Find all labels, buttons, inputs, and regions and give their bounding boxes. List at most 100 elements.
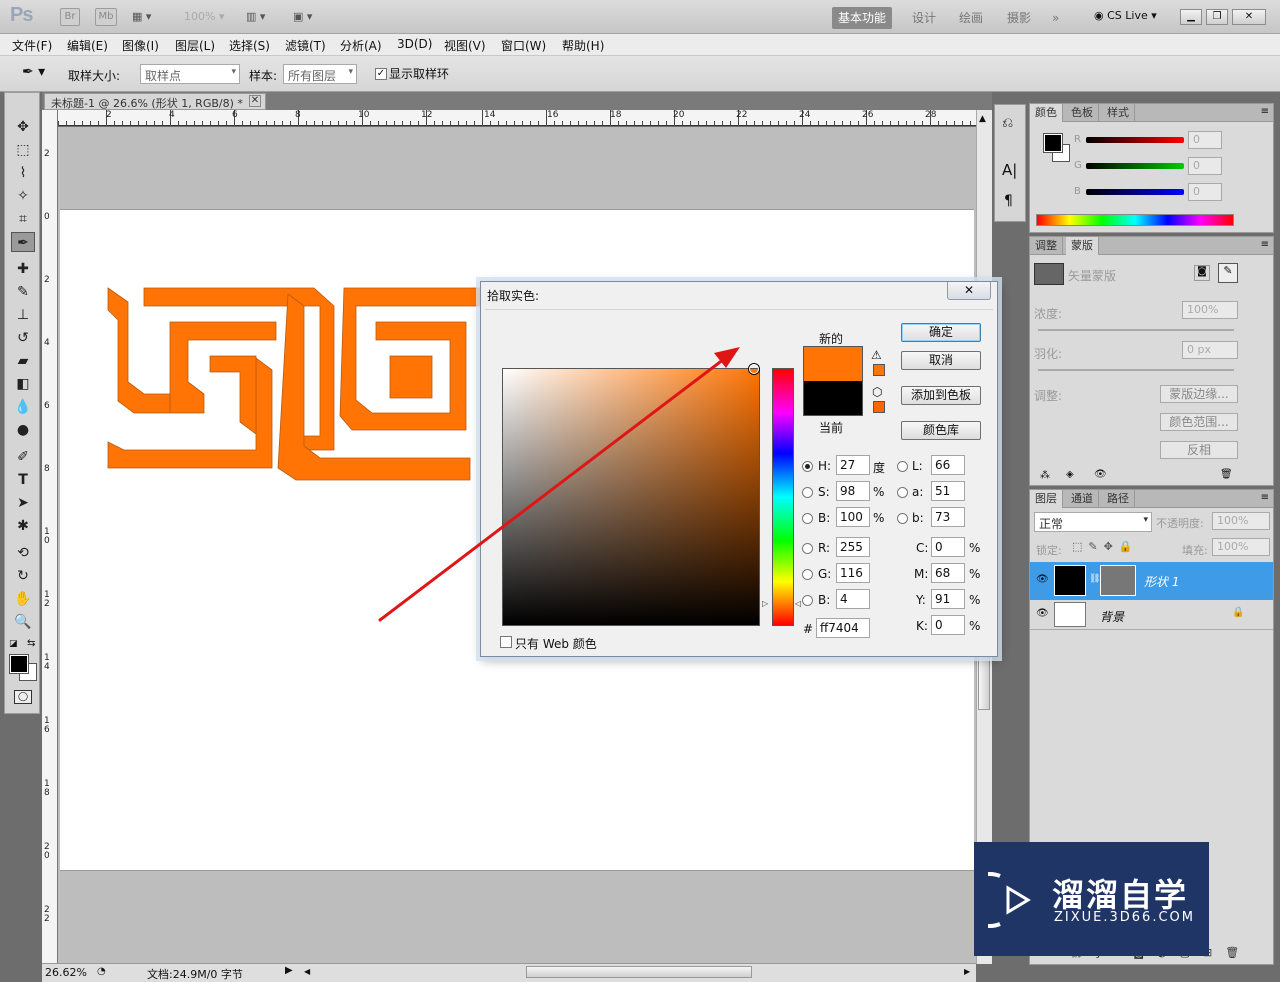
marquee-tool-icon[interactable]: ⬚	[11, 140, 35, 160]
a-input[interactable]: 51	[931, 481, 965, 501]
r-slider[interactable]	[1086, 137, 1184, 143]
vertical-scroll-thumb[interactable]	[978, 650, 990, 710]
close-window-button[interactable]: ✕	[1232, 9, 1266, 25]
color-libraries-button[interactable]: 颜色库	[901, 421, 981, 440]
lab-b-radio[interactable]	[897, 513, 908, 524]
zoom-level-dropdown[interactable]: 100% ▾	[184, 8, 224, 26]
history-panel-icon[interactable]: ⎌	[1002, 115, 1013, 131]
g-radio[interactable]	[802, 569, 813, 580]
close-document-icon[interactable]: ✕	[249, 95, 261, 107]
b-input[interactable]: 100	[836, 507, 870, 527]
color-picker-cursor[interactable]	[749, 364, 759, 374]
bridge-icon[interactable]: Br	[60, 8, 80, 26]
dodge-tool-icon[interactable]: ●	[11, 420, 35, 440]
not-web-safe-icon[interactable]: ⬡	[872, 385, 882, 399]
menu-filter[interactable]: 滤镜(T)	[285, 37, 326, 54]
eraser-tool-icon[interactable]: ▰	[11, 351, 35, 371]
arrange-documents-dropdown[interactable]: ▥ ▾	[246, 8, 265, 26]
sample-layers-select[interactable]: 所有图层 ▾	[283, 64, 357, 84]
minimize-button[interactable]: ▁	[1180, 9, 1202, 25]
menu-layer[interactable]: 图层(L)	[175, 37, 215, 54]
b-value-input[interactable]: 0	[1188, 183, 1222, 201]
show-sampling-ring-checkbox[interactable]: ✓	[375, 68, 387, 80]
paint-bucket-tool-icon[interactable]: ◧	[11, 374, 35, 394]
density-slider[interactable]	[1038, 329, 1234, 331]
screen-mode-dropdown[interactable]: ▣ ▾	[293, 8, 312, 26]
swap-colors-icon[interactable]: ⇆	[27, 638, 35, 649]
tab-channels[interactable]: 通道	[1066, 490, 1099, 508]
layer-row-background[interactable]: 👁 背景 🔒	[1030, 600, 1273, 630]
hex-input[interactable]: ff7404	[816, 618, 870, 638]
visibility-eye-icon[interactable]: 👁	[1094, 469, 1107, 480]
lock-icons[interactable]: ⬚✎✥🔒	[1072, 540, 1139, 553]
mini-bridge-icon[interactable]: Mb	[95, 8, 117, 26]
current-color-swatch[interactable]	[804, 381, 862, 415]
feather-input[interactable]: 0 px	[1182, 341, 1238, 359]
hue-slider[interactable]	[772, 368, 794, 626]
c-input[interactable]: 0	[931, 537, 965, 557]
restore-button[interactable]: ❐	[1206, 9, 1228, 25]
background-visibility-eye-icon[interactable]: 👁	[1036, 608, 1049, 619]
brush-tool-icon[interactable]: ✎	[11, 282, 35, 302]
lasso-tool-icon[interactable]: ⌇	[11, 163, 35, 183]
r-radio[interactable]	[802, 543, 813, 554]
density-input[interactable]: 100%	[1182, 301, 1238, 319]
quick-select-tool-icon[interactable]: ✧	[11, 186, 35, 206]
blue-radio[interactable]	[802, 595, 813, 606]
tab-adjustments[interactable]: 调整	[1030, 237, 1063, 255]
g-value-input[interactable]: 0	[1188, 157, 1222, 175]
lab-b-input[interactable]: 73	[931, 507, 965, 527]
g-slider[interactable]	[1086, 163, 1184, 169]
eyedropper-tool-preset-icon[interactable]: ✒ ▾	[22, 64, 45, 80]
b-radio[interactable]	[802, 513, 813, 524]
hue-slider-right-arrow-icon[interactable]: ◁	[795, 599, 801, 608]
tab-swatches[interactable]: 色板	[1066, 104, 1099, 122]
h-radio[interactable]	[802, 461, 813, 472]
history-brush-tool-icon[interactable]: ↺	[11, 328, 35, 348]
color-range-button[interactable]: 颜色范围...	[1160, 413, 1238, 431]
panel-menu-icon[interactable]: ≡	[1261, 106, 1269, 117]
b-slider[interactable]	[1086, 189, 1184, 195]
g-input[interactable]: 116	[836, 563, 870, 583]
workspace-design[interactable]: 设计	[906, 7, 942, 29]
clone-stamp-tool-icon[interactable]: ⊥	[11, 305, 35, 325]
color-panel-foreground-swatch[interactable]	[1043, 133, 1063, 153]
tab-styles[interactable]: 样式	[1102, 104, 1135, 122]
quick-mask-icon[interactable]: ◯	[14, 690, 32, 704]
cs-live-button[interactable]: ◉ CS Live ▾	[1094, 9, 1157, 22]
feather-slider[interactable]	[1038, 369, 1234, 371]
mask-edge-button[interactable]: 蒙版边缘...	[1160, 385, 1238, 403]
cancel-button[interactable]: 取消	[901, 351, 981, 370]
tab-layers[interactable]: 图层	[1030, 490, 1063, 508]
dialog-close-button[interactable]: ✕	[947, 282, 991, 300]
blur-tool-icon[interactable]: 💧	[11, 397, 35, 417]
workspace-essentials[interactable]: 基本功能	[832, 7, 893, 29]
crop-tool-icon[interactable]: ⌗	[11, 209, 35, 229]
layer-row-shape1[interactable]: 👁 ⛓ 形状 1	[1030, 562, 1273, 600]
menu-3d[interactable]: 3D(D)	[397, 37, 432, 51]
layer-visibility-eye-icon[interactable]: 👁	[1036, 574, 1049, 585]
delete-mask-icon[interactable]: 🗑	[1220, 469, 1233, 480]
menu-analysis[interactable]: 分析(A)	[340, 37, 382, 54]
hand-tool-icon[interactable]: ✋	[11, 589, 35, 609]
status-info-icon[interactable]: ◔	[97, 966, 106, 977]
blue-input[interactable]: 4	[836, 589, 870, 609]
zoom-readout[interactable]: 26.62%	[45, 966, 87, 979]
apply-mask-icon[interactable]: ◈	[1066, 469, 1074, 480]
view-extras-dropdown[interactable]: ▦ ▾	[132, 8, 151, 26]
masks-panel-menu-icon[interactable]: ≡	[1261, 239, 1269, 250]
path-selection-tool-icon[interactable]: ➤	[11, 493, 35, 513]
invert-button[interactable]: 反相	[1160, 441, 1238, 459]
layers-panel-menu-icon[interactable]: ≡	[1261, 492, 1269, 503]
r-value-input[interactable]: 0	[1188, 131, 1222, 149]
horizontal-scroll-thumb[interactable]	[526, 966, 752, 978]
s-input[interactable]: 98	[836, 481, 870, 501]
zoom-tool-icon[interactable]: 🔍	[11, 612, 35, 632]
saturation-brightness-field[interactable]	[502, 364, 760, 626]
scroll-right-icon[interactable]: ▶	[964, 967, 970, 976]
tab-paths[interactable]: 路径	[1102, 490, 1135, 508]
tab-color[interactable]: 颜色	[1030, 104, 1063, 122]
color-spectrum-bar[interactable]	[1036, 214, 1234, 226]
tab-masks[interactable]: 蒙版	[1066, 237, 1099, 255]
web-safe-color-swatch[interactable]	[873, 401, 885, 413]
